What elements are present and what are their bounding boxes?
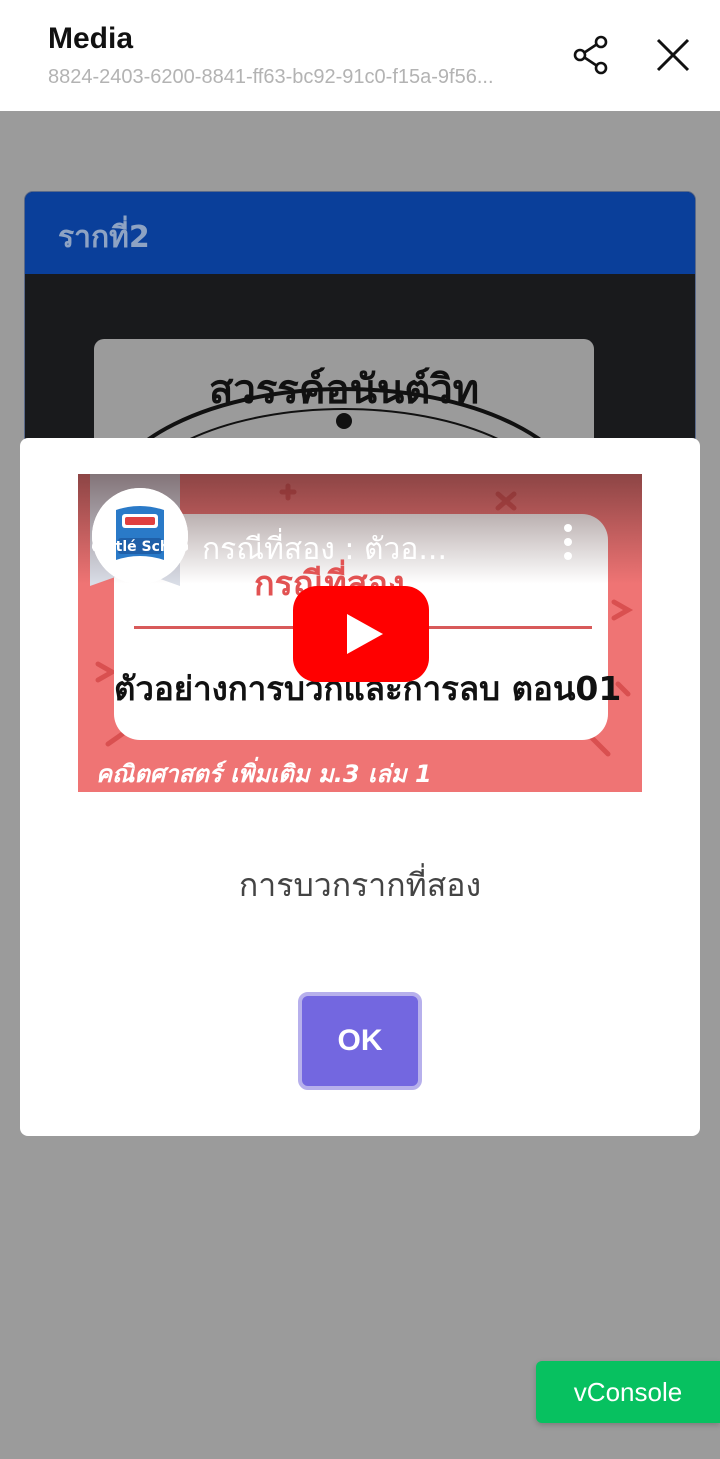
card-header: รากที่2 <box>25 192 695 274</box>
media-id: 8824-2403-6200-8841-ff63-bc92-91c0-f15a-… <box>48 66 494 88</box>
ok-button[interactable]: OK <box>298 992 422 1090</box>
video-more-button[interactable] <box>556 522 580 562</box>
top-bar: Media 8824-2403-6200-8841-ff63-bc92-91c0… <box>0 0 720 111</box>
vconsole-button[interactable]: vConsole <box>536 1361 720 1423</box>
card-title: รากที่2 <box>58 220 150 255</box>
ok-button-label: OK <box>337 1024 383 1057</box>
more-vertical-icon <box>564 524 572 560</box>
play-icon <box>293 586 429 682</box>
media-dialog: กรณีที่สอง ตัวอย่างการบวกและการลบ ตอน01 … <box>20 438 700 1136</box>
share-icon <box>573 35 608 75</box>
channel-avatar[interactable]: Nestlé School <box>86 488 194 584</box>
dialog-caption: การบวกรากที่สอง <box>238 866 482 904</box>
seal-text: สวรรค์อนันต์วิท <box>209 367 479 413</box>
youtube-play-button[interactable] <box>293 586 429 682</box>
close-icon <box>656 38 690 72</box>
youtube-video-player[interactable]: กรณีที่สอง ตัวอย่างการบวกและการลบ ตอน01 … <box>78 474 642 792</box>
logo-school-text: Nestlé School <box>92 539 188 555</box>
video-title[interactable]: กรณีที่สอง : ตัวอ... <box>202 526 532 573</box>
page-title: Media <box>48 22 134 55</box>
thumbnail-footer: คณิตศาสตร์ เพิ่มเติม ม.3 เล่ม 1 <box>96 760 432 788</box>
share-button[interactable] <box>568 32 614 78</box>
close-button[interactable] <box>650 32 696 78</box>
nestle-school-logo: Nestlé School <box>86 488 194 584</box>
